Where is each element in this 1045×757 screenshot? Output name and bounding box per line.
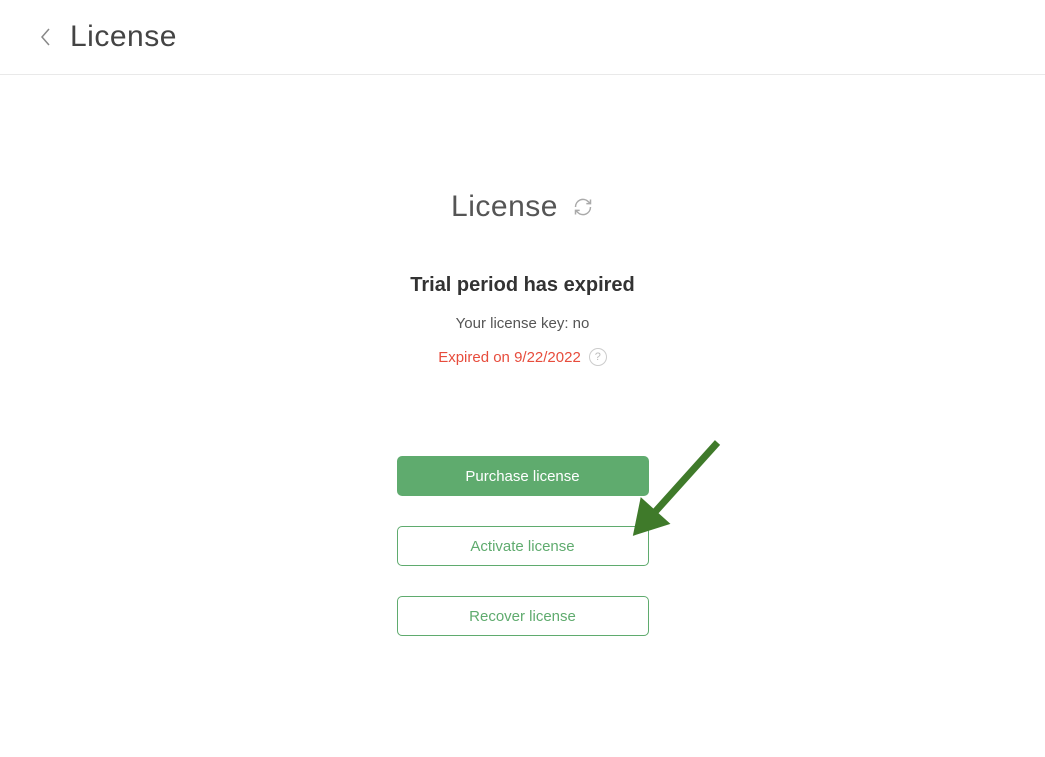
status-heading: Trial period has expired <box>410 274 635 297</box>
help-icon[interactable]: ? <box>589 348 607 366</box>
recover-license-button[interactable]: Recover license <box>397 596 649 636</box>
section-title: License <box>451 190 558 224</box>
license-key-text: Your license key: no <box>456 315 590 332</box>
section-title-row: License <box>451 190 594 224</box>
expired-row: Expired on 9/22/2022 ? <box>438 348 607 366</box>
refresh-icon[interactable] <box>572 196 594 218</box>
expired-text: Expired on 9/22/2022 <box>438 349 581 366</box>
page-header: License <box>0 0 1045 75</box>
page-title: License <box>70 20 177 54</box>
back-icon[interactable] <box>40 27 52 47</box>
purchase-license-button[interactable]: Purchase license <box>397 456 649 496</box>
content-area: License Trial period has expired Your li… <box>0 75 1045 666</box>
activate-license-button[interactable]: Activate license <box>397 526 649 566</box>
